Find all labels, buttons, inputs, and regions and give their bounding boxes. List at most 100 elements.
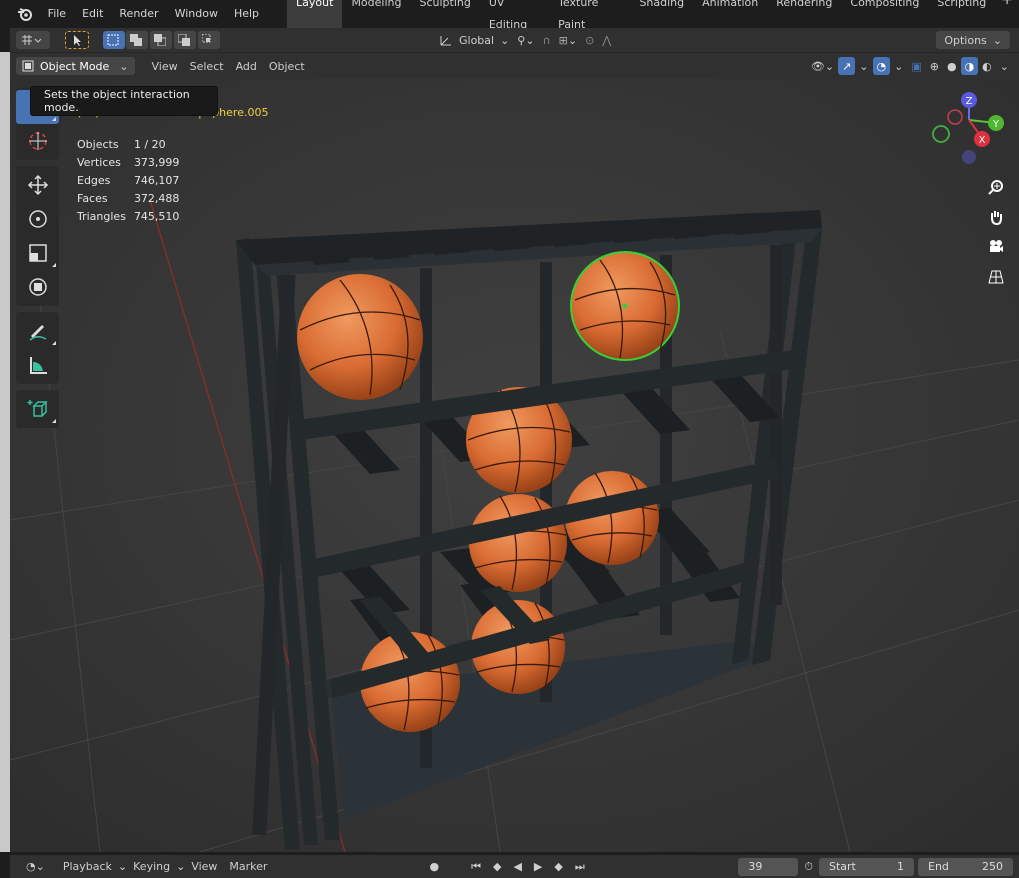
gizmo-z-label: Z (966, 96, 973, 107)
menu-view[interactable]: View (185, 860, 223, 873)
record-button[interactable]: ● (423, 860, 445, 873)
tool-move[interactable] (16, 168, 59, 202)
add-cube-icon (27, 400, 48, 417)
rotate-icon (28, 210, 47, 228)
shading-dropdown[interactable]: ⌄ (996, 57, 1013, 75)
basketball-selected[interactable] (570, 251, 680, 361)
tool-annotate[interactable] (16, 314, 59, 348)
menu-playback[interactable]: Playback (57, 860, 118, 873)
gizmo-toggle[interactable]: ↗ (838, 57, 856, 75)
viewport-header: Object Mode ⌄ View Select Add Object 👁 ⌄ … (10, 52, 1019, 79)
end-value: 250 (982, 860, 1003, 873)
mode-new-selection-button[interactable] (103, 31, 125, 49)
camera-icon[interactable] (984, 232, 1008, 262)
wireframe-sphere-icon: ⊕ (929, 59, 939, 73)
pivot-icon: ⚲ (517, 33, 526, 47)
tool-cursor[interactable] (16, 124, 59, 158)
menu-keying[interactable]: Keying (127, 860, 176, 873)
object-mode-icon (22, 60, 34, 72)
chevron-down-icon: ⌄ (176, 860, 186, 873)
menu-select[interactable]: Select (184, 60, 230, 73)
tool-rotate[interactable] (16, 202, 59, 236)
orientation-dropdown[interactable]: Global ⌄ (435, 31, 513, 49)
magnet-icon: ∩ (542, 33, 551, 47)
tool-add-cube[interactable] (16, 392, 59, 426)
tool-measure[interactable] (16, 348, 59, 382)
mode-subtract-button[interactable] (150, 31, 172, 49)
snap-increment-icon: ⊞ (558, 33, 568, 47)
material-sphere-icon: ◑ (964, 59, 975, 73)
menu-file[interactable]: File (40, 0, 74, 28)
start-frame-field[interactable]: Start 1 (819, 857, 914, 876)
zoom-icon[interactable] (984, 172, 1008, 202)
mode-intersect-button[interactable] (198, 31, 220, 49)
pan-hand-icon[interactable] (984, 202, 1008, 232)
invert-selection-icon (178, 34, 190, 46)
jump-keyframe-forward-icon[interactable]: ◆ (548, 860, 568, 873)
shading-material-button[interactable]: ◑ (960, 57, 979, 75)
scale-icon (28, 244, 47, 262)
xray-toggle[interactable]: ▣ (907, 57, 925, 75)
tool-transform[interactable] (16, 270, 59, 304)
menu-object[interactable]: Object (263, 60, 311, 73)
chevron-down-icon: ⌄ (35, 860, 45, 873)
xray-icon: ▣ (911, 59, 922, 73)
jump-start-icon[interactable]: ⏮ (465, 860, 487, 874)
stat-value: 746,107 (133, 174, 180, 187)
visibility-dropdown[interactable]: 👁 ⌄ (807, 57, 838, 75)
select-tweak-button[interactable] (65, 31, 89, 49)
new-selection-icon (107, 34, 119, 46)
play-icon[interactable]: ▶ (528, 860, 548, 873)
menu-marker[interactable]: Marker (223, 860, 273, 873)
falloff-dropdown[interactable]: ⋀ (598, 31, 615, 49)
play-reverse-icon[interactable]: ◀ (507, 860, 527, 873)
perspective-grid-icon[interactable] (984, 262, 1008, 292)
blender-logo-icon[interactable] (16, 5, 34, 23)
stat-row: Objects 1 / 20 (77, 136, 187, 154)
shading-wireframe-button[interactable]: ⊕ (926, 57, 943, 75)
start-label: Start (829, 860, 856, 873)
menu-view[interactable]: View (146, 60, 184, 73)
mode-extend-button[interactable] (126, 31, 148, 49)
menu-window[interactable]: Window (167, 0, 226, 28)
menu-render[interactable]: Render (111, 0, 166, 28)
shading-solid-button[interactable]: ● (943, 57, 961, 75)
gizmo-dropdown[interactable]: ⌄ (855, 57, 872, 75)
end-frame-field[interactable]: End 250 (918, 857, 1013, 876)
eye-icon: 👁 (810, 59, 825, 73)
chevron-down-icon: ⌄ (567, 33, 578, 47)
chevron-down-icon: ⌄ (525, 33, 535, 47)
proportional-editing-toggle[interactable]: ⊙ (581, 31, 598, 49)
scene-statistics: Objects 1 / 20 Vertices 373,999 Edges 746,1… (77, 136, 187, 226)
start-value: 1 (897, 860, 904, 873)
overlays-toggle[interactable]: ◔ (872, 57, 891, 75)
left-edge-top (0, 28, 10, 52)
jump-end-icon[interactable]: ⏭ (569, 860, 591, 874)
snapping-toggle[interactable]: ∩ (539, 31, 555, 49)
annotate-pencil-icon (29, 325, 46, 341)
snap-target-dropdown[interactable]: ⊞ ⌄ (555, 31, 581, 49)
interaction-mode-label: Object Mode (40, 59, 110, 73)
options-dropdown[interactable]: Options ⌄ (936, 31, 1010, 49)
menu-add[interactable]: Add (230, 60, 263, 73)
mode-invert-button[interactable] (174, 31, 196, 49)
clock-icon: ◔ (26, 860, 36, 873)
pivot-point-dropdown[interactable]: ⚲ ⌄ (513, 31, 538, 49)
shading-rendered-button[interactable]: ◐ (978, 57, 996, 75)
current-frame-field[interactable]: 39 (738, 857, 799, 876)
current-frame-value: 39 (748, 860, 763, 873)
chevron-down-icon: ⌄ (999, 59, 1009, 73)
stopwatch-icon[interactable]: ⏱ (798, 860, 819, 874)
menu-help[interactable]: Help (226, 0, 267, 28)
stat-row: Vertices 373,999 (77, 154, 187, 172)
basketball[interactable] (297, 274, 423, 400)
tool-scale[interactable] (16, 236, 59, 270)
orientation-label: Global (458, 33, 495, 47)
interaction-mode-dropdown[interactable]: Object Mode ⌄ (16, 57, 135, 75)
jump-keyframe-back-icon[interactable]: ◆ (487, 860, 507, 873)
editor-type-button[interactable] (16, 31, 50, 49)
editor-type-dropdown[interactable]: ◔ ⌄ (22, 858, 49, 876)
overlays-dropdown[interactable]: ⌄ (890, 57, 907, 75)
viewport-toolbar (16, 88, 59, 434)
menu-edit[interactable]: Edit (74, 0, 111, 28)
